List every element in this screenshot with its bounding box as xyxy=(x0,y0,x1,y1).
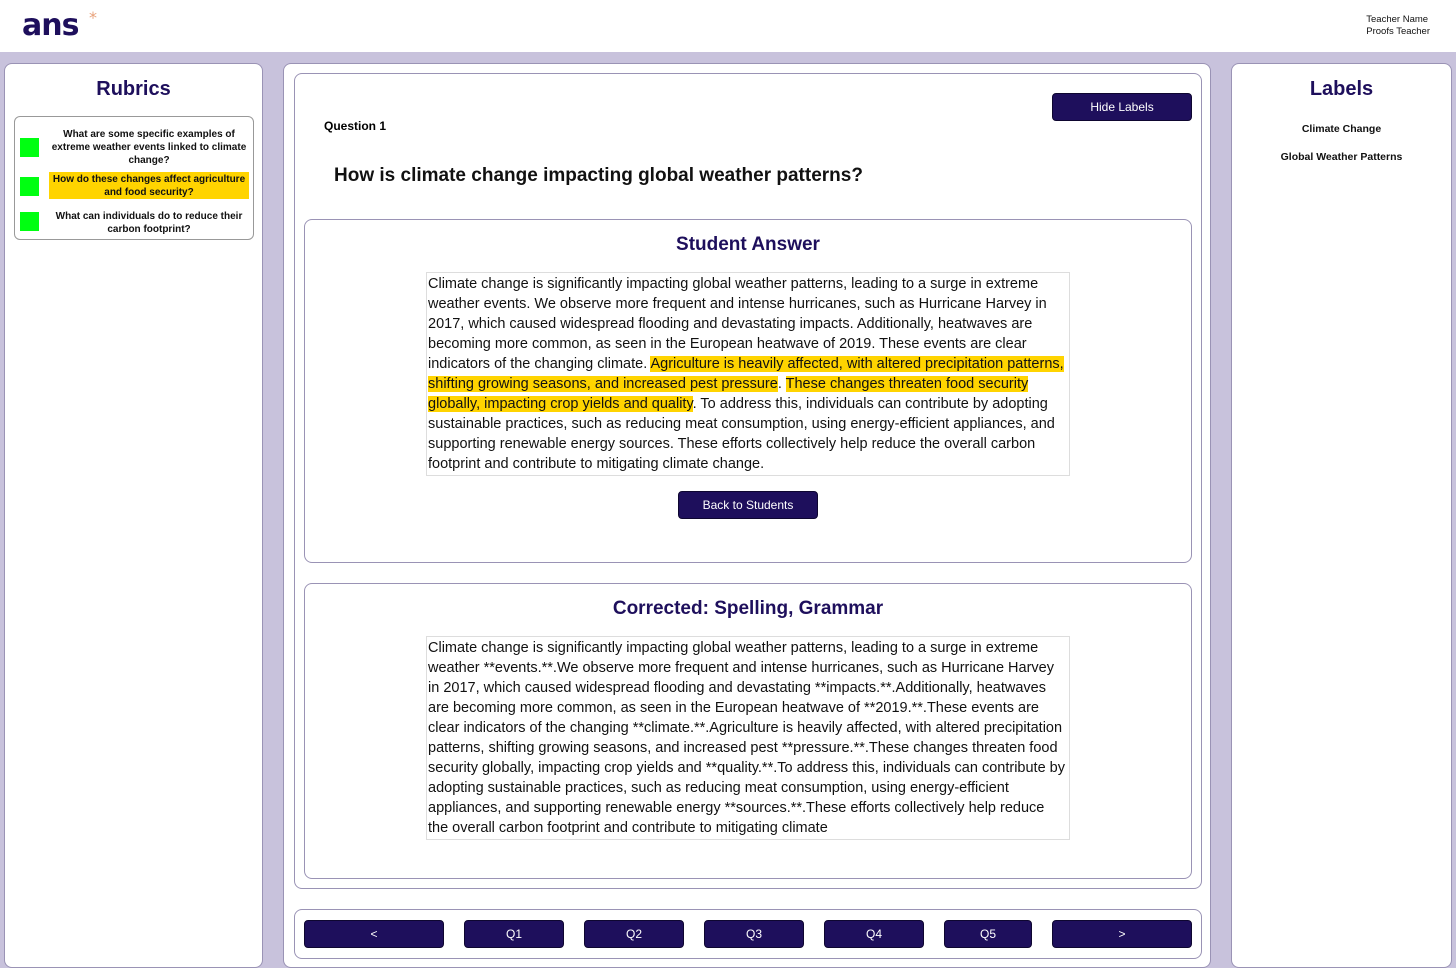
teacher-name: Proofs Teacher xyxy=(1366,26,1430,37)
label-item[interactable]: Global Weather Patterns xyxy=(1232,151,1451,163)
app-logo[interactable]: ans xyxy=(22,8,79,43)
logo-asterisk-icon: * xyxy=(89,8,97,27)
corrected-text[interactable]: Climate change is significantly impactin… xyxy=(426,636,1070,840)
corrected-answer-card: Corrected: Spelling, Grammar Climate cha… xyxy=(304,583,1192,879)
corrected-title: Corrected: Spelling, Grammar xyxy=(612,598,884,619)
teacher-name-label: Teacher Name xyxy=(1366,14,1429,25)
rubric-status-indicator xyxy=(20,138,39,157)
question-tab-q5[interactable]: Q5 xyxy=(944,920,1032,948)
rubric-item-label-active: How do these changes affect agriculture … xyxy=(49,172,249,199)
label-item[interactable]: Climate Change xyxy=(1232,123,1451,135)
center-panel: Question 1 Hide Labels How is climate ch… xyxy=(283,63,1211,968)
prev-question-button[interactable]: < xyxy=(304,920,444,948)
back-to-students-button[interactable]: Back to Students xyxy=(678,491,818,519)
rubrics-list: What are some specific examples of extre… xyxy=(14,116,254,240)
answer-text-segment: . xyxy=(777,376,786,392)
hide-labels-button[interactable]: Hide Labels xyxy=(1052,93,1192,121)
question-text: How is climate change impacting global w… xyxy=(334,165,863,186)
rubric-item[interactable]: What can individuals do to reduce their … xyxy=(15,210,253,238)
rubric-item-label: What are some specific examples of extre… xyxy=(51,129,247,166)
student-answer-text: Climate change is significantly impactin… xyxy=(426,272,1070,476)
question-tab-q2[interactable]: Q2 xyxy=(584,920,684,948)
teacher-info: Teacher Name Proofs Teacher xyxy=(1366,14,1430,38)
next-question-button[interactable]: > xyxy=(1052,920,1192,948)
rubrics-title: Rubrics xyxy=(96,78,171,100)
rubric-status-indicator xyxy=(20,212,39,231)
question-tab-q3[interactable]: Q3 xyxy=(704,920,804,948)
question-tab-q4[interactable]: Q4 xyxy=(824,920,924,948)
rubric-item[interactable]: What are some specific examples of extre… xyxy=(15,126,253,166)
labels-panel: Labels Climate Change Global Weather Pat… xyxy=(1231,63,1452,968)
rubric-status-indicator xyxy=(20,177,39,196)
student-answer-card: Student Answer Climate change is signifi… xyxy=(304,219,1192,563)
question-card: Question 1 Hide Labels How is climate ch… xyxy=(294,73,1202,889)
top-bar: ans * Teacher Name Proofs Teacher xyxy=(0,0,1456,52)
labels-title: Labels xyxy=(1309,78,1374,100)
student-answer-title: Student Answer xyxy=(676,234,820,255)
rubric-item[interactable]: How do these changes affect agriculture … xyxy=(15,172,253,200)
rubrics-panel: Rubrics What are some specific examples … xyxy=(4,63,263,968)
question-tab-q1[interactable]: Q1 xyxy=(464,920,564,948)
question-number: Question 1 xyxy=(324,119,387,133)
rubric-item-label: What can individuals do to reduce their … xyxy=(55,211,243,235)
question-navigation: < Q1 Q2 Q3 Q4 Q5 > xyxy=(294,909,1202,959)
